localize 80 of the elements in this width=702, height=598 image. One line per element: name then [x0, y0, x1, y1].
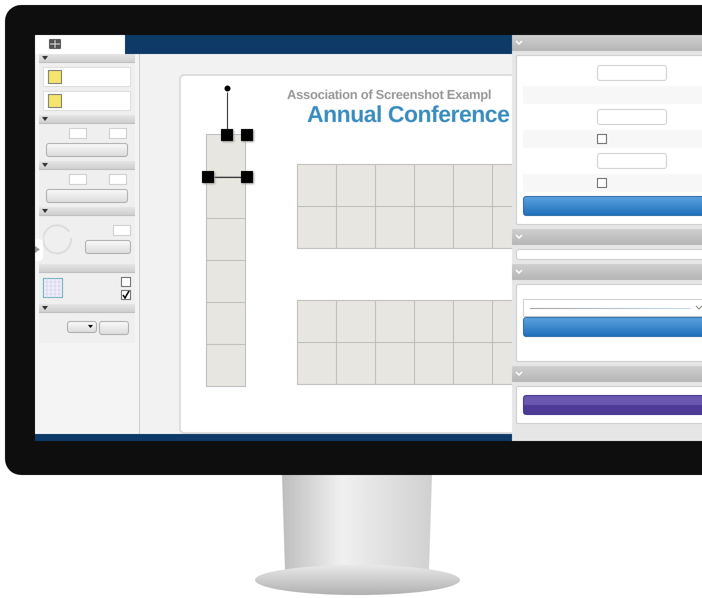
- button[interactable]: [46, 188, 128, 203]
- chevron-icon: [515, 40, 523, 46]
- checkbox[interactable]: [121, 290, 131, 300]
- list-item[interactable]: [43, 66, 131, 87]
- tile: [337, 342, 375, 384]
- tile: [207, 260, 245, 302]
- section-header[interactable]: [512, 366, 702, 382]
- triangle-icon: [42, 116, 48, 121]
- tile: [376, 342, 414, 384]
- input-field[interactable]: [69, 128, 87, 139]
- section-header[interactable]: [512, 35, 702, 51]
- tile: [298, 342, 336, 384]
- tile: [337, 164, 375, 206]
- swatch-icon: [48, 70, 62, 84]
- button[interactable]: [46, 142, 128, 157]
- button[interactable]: [523, 317, 702, 337]
- tile: [207, 302, 245, 344]
- tile: [376, 164, 414, 206]
- triangle-icon: [35, 246, 40, 254]
- input-field[interactable]: [597, 65, 667, 81]
- tile: [415, 342, 453, 384]
- dropdown-button[interactable]: [67, 320, 97, 333]
- heading: Association of Screenshot Exampl: [287, 86, 492, 102]
- triangle-icon: [42, 208, 48, 213]
- triangle-icon: [42, 306, 48, 310]
- input-field[interactable]: [516, 249, 702, 260]
- resize-handle[interactable]: [221, 128, 233, 141]
- input-field[interactable]: [597, 153, 667, 169]
- list-item[interactable]: [43, 90, 131, 111]
- tile: [207, 134, 245, 176]
- tile: [454, 342, 492, 384]
- input-field[interactable]: [69, 174, 87, 185]
- tile: [376, 206, 414, 248]
- resize-handle[interactable]: [202, 170, 214, 183]
- checkbox[interactable]: [121, 276, 131, 287]
- tile: [207, 176, 245, 218]
- grid-swatch-icon[interactable]: [43, 278, 63, 298]
- chevron-icon: [515, 269, 523, 275]
- selection-line: [213, 176, 241, 178]
- input-field[interactable]: [109, 174, 127, 185]
- tile: [454, 206, 492, 248]
- button[interactable]: [85, 240, 131, 254]
- input-field[interactable]: [597, 109, 667, 125]
- tile: [415, 164, 453, 206]
- checkbox[interactable]: [597, 134, 607, 144]
- chevron-icon: [695, 305, 702, 311]
- checkbox[interactable]: [597, 178, 607, 188]
- resize-handle[interactable]: [241, 128, 253, 141]
- dropdown[interactable]: [523, 299, 702, 317]
- tile: [337, 206, 375, 248]
- button[interactable]: [523, 395, 702, 415]
- tile: [415, 206, 453, 248]
- title: Annual Conference: [307, 100, 510, 128]
- grid-icon: [49, 39, 61, 50]
- rotation-handle[interactable]: [223, 84, 232, 93]
- resize-handle[interactable]: [241, 170, 253, 183]
- tile: [207, 218, 245, 260]
- chevron-icon: [515, 371, 523, 377]
- tile: [207, 344, 245, 386]
- section-header[interactable]: [512, 229, 702, 245]
- button[interactable]: [99, 320, 129, 335]
- tile: [337, 300, 375, 342]
- tile: [454, 164, 492, 206]
- section-header[interactable]: [512, 264, 702, 280]
- tile: [415, 300, 453, 342]
- chevron-icon: [515, 234, 523, 240]
- swatch-icon: [48, 94, 62, 108]
- tile: [454, 300, 492, 342]
- tile: [298, 300, 336, 342]
- caret-icon: [88, 325, 93, 328]
- triangle-icon: [42, 56, 48, 60]
- tile: [298, 164, 336, 206]
- tile: [376, 300, 414, 342]
- input-field[interactable]: [113, 225, 131, 236]
- triangle-icon: [42, 162, 48, 167]
- rotation-dial-icon[interactable]: [43, 224, 75, 256]
- button[interactable]: [523, 196, 702, 216]
- tile: [298, 206, 336, 248]
- input-field[interactable]: [109, 128, 127, 139]
- tab[interactable]: [35, 35, 125, 54]
